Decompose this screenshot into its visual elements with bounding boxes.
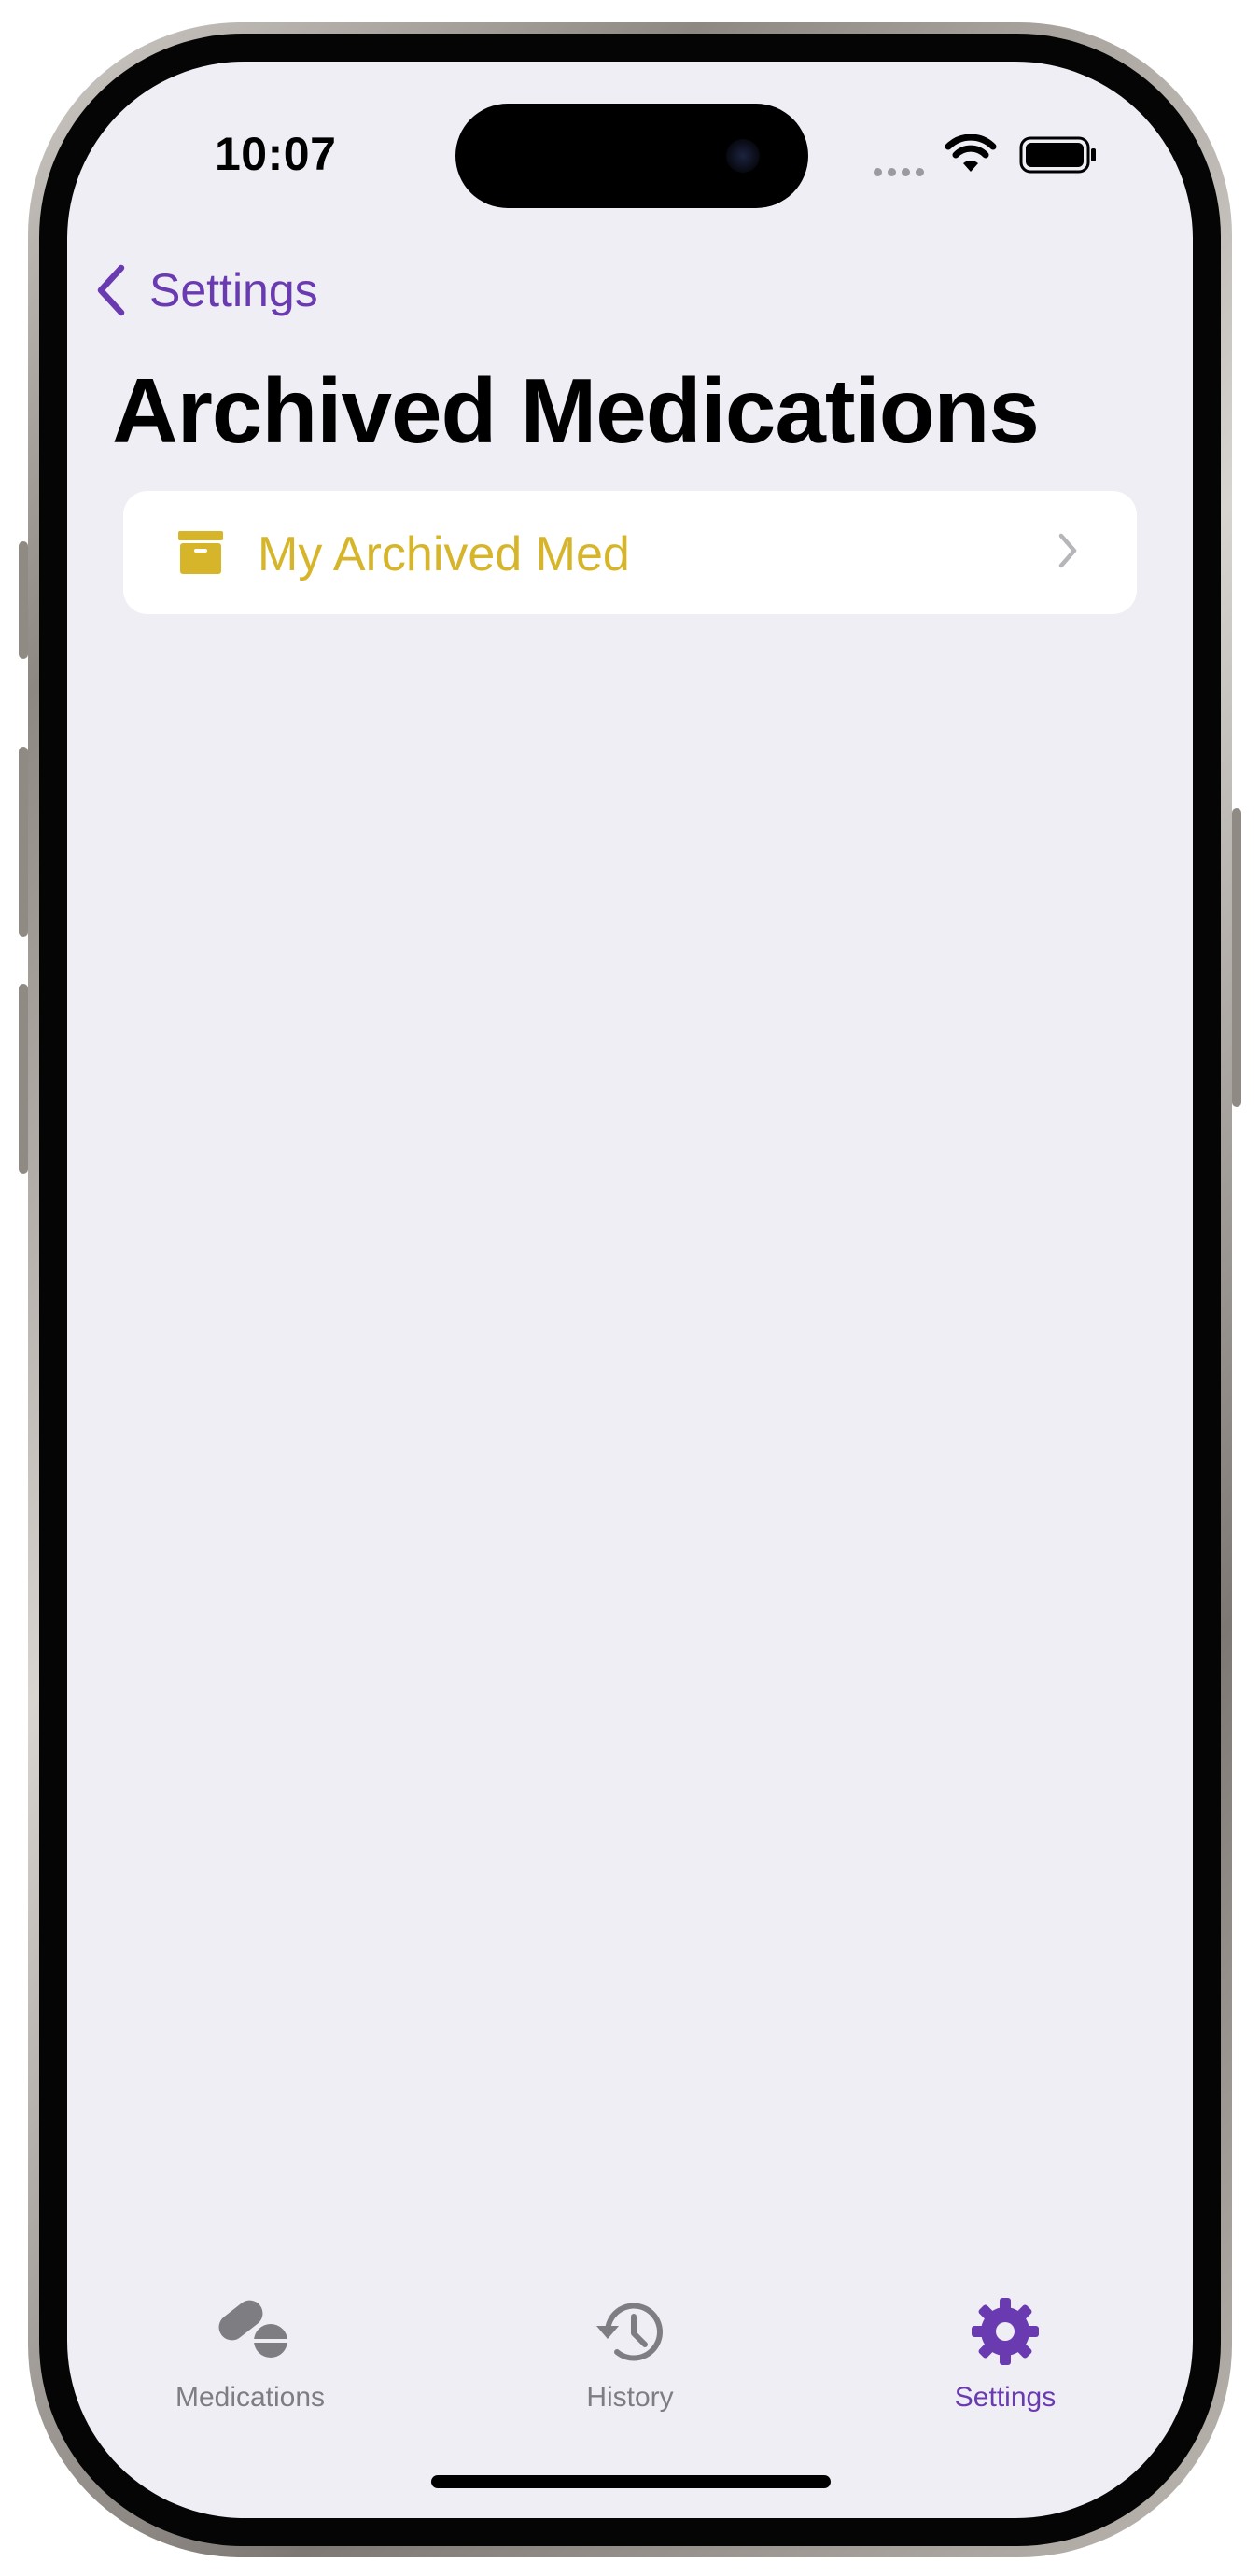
signal-dots-icon — [874, 164, 930, 181]
action-button — [19, 541, 28, 659]
list-item[interactable]: My Archived Med — [123, 491, 1137, 614]
back-button[interactable]: Settings — [95, 253, 318, 328]
history-clock-icon — [596, 2303, 663, 2361]
volume-up-button — [19, 747, 28, 937]
tab-history-label: History — [586, 2382, 674, 2413]
tab-medications[interactable]: Medications — [110, 2283, 390, 2432]
tab-bar: Medications History Settings — [67, 2283, 1193, 2451]
archived-medications-list: My Archived Med — [123, 491, 1137, 614]
wifi-icon — [945, 134, 997, 172]
archive-box-icon — [178, 531, 223, 574]
back-button-label: Settings — [149, 264, 318, 316]
chevron-left-icon — [97, 264, 125, 316]
power-button — [1232, 808, 1241, 1107]
page-title: Archived Medications — [112, 359, 1040, 462]
list-item-label: My Archived Med — [258, 527, 630, 581]
status-time: 10:07 — [215, 128, 337, 180]
tab-settings[interactable]: Settings — [865, 2283, 1145, 2432]
screen: 10:07 Settings Archived Medications My A… — [67, 62, 1193, 2518]
tab-settings-label: Settings — [954, 2382, 1057, 2413]
tab-history[interactable]: History — [490, 2283, 770, 2432]
dynamic-island — [455, 104, 808, 208]
chevron-right-icon — [1058, 533, 1077, 568]
home-indicator[interactable] — [431, 2475, 831, 2488]
pills-icon — [218, 2300, 287, 2358]
camera-icon — [726, 139, 760, 173]
battery-icon — [1019, 136, 1096, 174]
gear-icon — [972, 2298, 1039, 2365]
volume-down-button — [19, 984, 28, 1174]
tab-medications-label: Medications — [175, 2382, 326, 2413]
